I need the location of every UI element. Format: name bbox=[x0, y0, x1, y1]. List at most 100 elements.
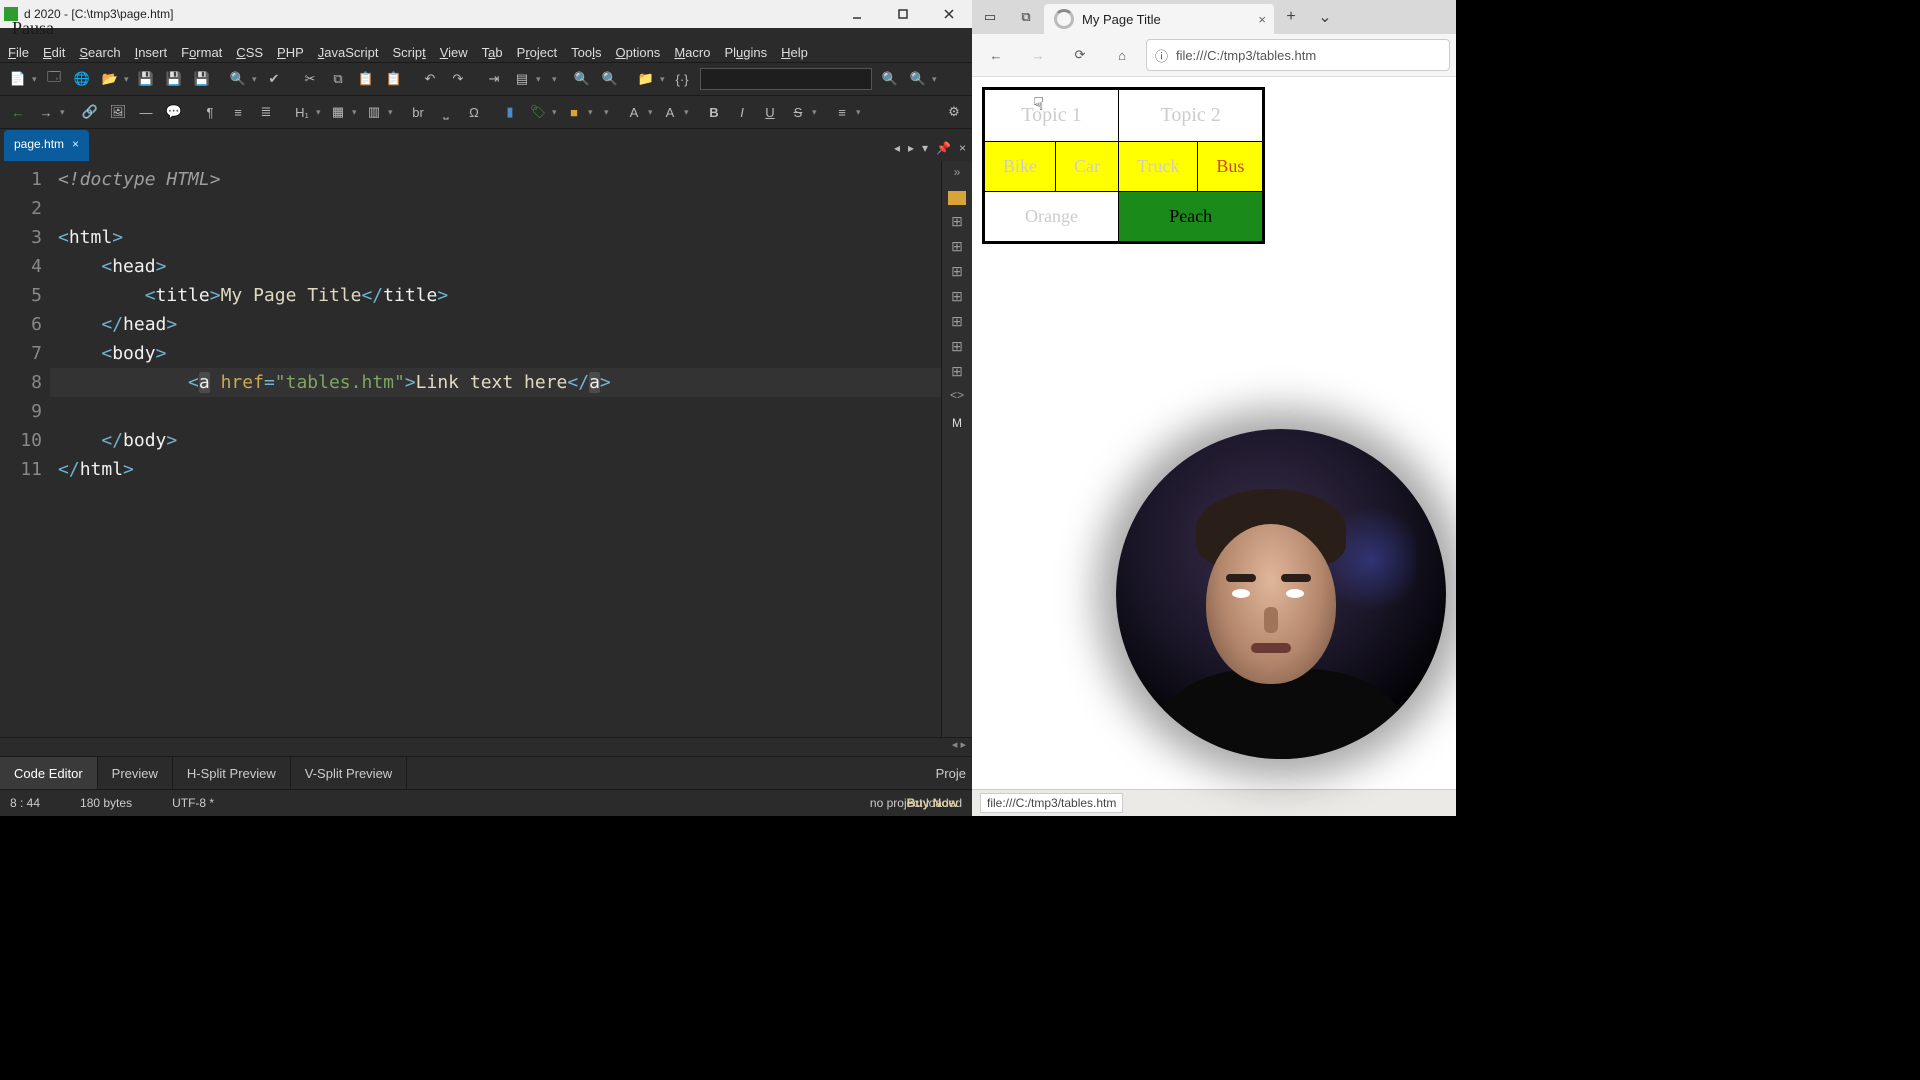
spellcheck-icon[interactable]: ✔ bbox=[261, 66, 287, 92]
cut-icon[interactable]: ✂ bbox=[297, 66, 323, 92]
nbsp-icon[interactable]: ⎵ bbox=[433, 99, 459, 125]
pin-icon[interactable]: 📌 bbox=[936, 141, 951, 155]
menu-edit[interactable]: Edit bbox=[43, 43, 65, 62]
font-dec-icon[interactable]: A bbox=[657, 99, 683, 125]
menu-project[interactable]: Project bbox=[517, 43, 557, 62]
underline-icon[interactable]: U bbox=[757, 99, 783, 125]
tab-preview[interactable]: Preview bbox=[98, 757, 173, 789]
hscroll-area[interactable]: ◂ ▸ bbox=[0, 737, 972, 756]
forward-button[interactable]: → bbox=[1020, 37, 1056, 73]
url-bar[interactable]: ⓘ file:///C:/tmp3/tables.htm bbox=[1146, 39, 1450, 71]
browser-tab[interactable]: My Page Title × bbox=[1044, 4, 1274, 34]
list-ul-icon[interactable]: ≣ bbox=[253, 99, 279, 125]
save-all-icon[interactable]: 💾 bbox=[161, 66, 187, 92]
gear-icon[interactable]: ⚙ bbox=[941, 99, 967, 125]
menu-insert[interactable]: Insert bbox=[135, 43, 168, 62]
tab-code-editor[interactable]: Code Editor bbox=[0, 757, 98, 789]
menu-macro[interactable]: Macro bbox=[674, 43, 710, 62]
find-next-icon[interactable]: 🔍 bbox=[877, 66, 903, 92]
indent-icon[interactable]: ⇥ bbox=[481, 66, 507, 92]
file-tab-page[interactable]: page.htm × bbox=[4, 130, 89, 161]
expand-icon[interactable]: ⊞ bbox=[951, 238, 963, 255]
menu-tab[interactable]: Tab bbox=[482, 43, 503, 62]
image-icon[interactable]: 🖼 bbox=[105, 99, 131, 125]
menu-search[interactable]: Search bbox=[79, 43, 120, 62]
br-icon[interactable]: br bbox=[405, 99, 431, 125]
tabs-menu-icon[interactable]: ⌄ bbox=[1308, 7, 1342, 27]
copy-icon[interactable]: ⧉ bbox=[325, 66, 351, 92]
menu-options[interactable]: Options bbox=[615, 43, 660, 62]
expand-icon[interactable]: ⊞ bbox=[951, 338, 963, 355]
home-button[interactable]: ⌂ bbox=[1104, 37, 1140, 73]
info-icon[interactable]: ⓘ bbox=[1155, 46, 1168, 65]
expand-icon[interactable]: ⊞ bbox=[951, 313, 963, 330]
menu-script[interactable]: Script bbox=[392, 43, 425, 62]
search-box[interactable] bbox=[700, 68, 872, 90]
tab-list-icon[interactable]: ▾ bbox=[922, 141, 928, 155]
window-split-icon[interactable]: ▤ bbox=[509, 66, 535, 92]
minimize-button[interactable] bbox=[834, 0, 880, 28]
heading-icon[interactable]: H₁ bbox=[289, 99, 315, 125]
back-button[interactable]: ← bbox=[978, 37, 1014, 73]
format-icon[interactable]: ▮ bbox=[497, 99, 523, 125]
new-window-icon[interactable]: 🗔 bbox=[41, 66, 67, 92]
paragraph-icon[interactable]: ¶ bbox=[197, 99, 223, 125]
clipboard-icon[interactable]: 📋 bbox=[381, 66, 407, 92]
expand-icon[interactable]: ⊞ bbox=[951, 288, 963, 305]
code-text[interactable]: <!doctype HTML> <html> <head> <title>My … bbox=[50, 161, 941, 737]
find-replace-icon[interactable]: 🔍 bbox=[597, 66, 623, 92]
tab-overview-icon[interactable]: ⧉ bbox=[1008, 0, 1044, 34]
expand-icon[interactable]: ⊞ bbox=[951, 213, 963, 230]
open-folder-icon[interactable]: 📂 bbox=[97, 66, 123, 92]
folder-open-icon[interactable]: 📁 bbox=[633, 66, 659, 92]
form-icon[interactable]: ▥ bbox=[361, 99, 387, 125]
scroll-right-icon[interactable]: ▸ bbox=[960, 738, 966, 756]
close-tab-icon[interactable]: × bbox=[72, 137, 79, 151]
table-icon[interactable]: ▦ bbox=[325, 99, 351, 125]
expand-icon[interactable]: ⊞ bbox=[951, 263, 963, 280]
highlight-icon[interactable]: ■ bbox=[561, 99, 587, 125]
close-tab-icon[interactable]: × bbox=[1258, 12, 1266, 27]
back-icon[interactable]: ← bbox=[5, 99, 31, 125]
tag-icon[interactable]: 🏷 bbox=[525, 99, 551, 125]
bracket-icon[interactable]: {·} bbox=[669, 66, 695, 92]
new-tab-button[interactable]: + bbox=[1274, 8, 1308, 26]
find-prev-icon[interactable]: 🔍 bbox=[905, 66, 931, 92]
save-icon[interactable]: 💾 bbox=[133, 66, 159, 92]
maximize-button[interactable] bbox=[880, 0, 926, 28]
scroll-left-icon[interactable]: ◂ bbox=[952, 738, 958, 756]
undo-icon[interactable]: ↶ bbox=[417, 66, 443, 92]
menu-css[interactable]: CSS bbox=[236, 43, 263, 62]
new-file-icon[interactable]: 📄 bbox=[5, 66, 31, 92]
menu-file[interactable]: File bbox=[8, 43, 29, 62]
menu-help[interactable]: Help bbox=[781, 43, 808, 62]
close-all-icon[interactable]: × bbox=[959, 141, 966, 155]
redo-icon[interactable]: ↷ bbox=[445, 66, 471, 92]
tab-vsplit[interactable]: V-Split Preview bbox=[291, 757, 407, 789]
tab-next-icon[interactable]: ▸ bbox=[908, 141, 914, 155]
tab-actions-icon[interactable]: ▭ bbox=[972, 0, 1008, 34]
close-button[interactable] bbox=[926, 0, 972, 28]
tab-hsplit[interactable]: H-Split Preview bbox=[173, 757, 291, 789]
list-ol-icon[interactable]: ≡ bbox=[225, 99, 251, 125]
sidebar-more-icon[interactable]: » bbox=[954, 165, 961, 179]
menu-view[interactable]: View bbox=[440, 43, 468, 62]
menu-javascript[interactable]: JavaScript bbox=[318, 43, 379, 62]
italic-icon[interactable]: I bbox=[729, 99, 755, 125]
reload-button[interactable]: ⟳ bbox=[1062, 37, 1098, 73]
code-icon[interactable]: <> bbox=[950, 388, 964, 402]
editor-titlebar[interactable]: d 2020 - [C:\tmp3\page.htm] Pausa bbox=[0, 0, 972, 28]
align-icon[interactable]: ≡ bbox=[829, 99, 855, 125]
menu-tools[interactable]: Tools bbox=[571, 43, 601, 62]
menu-plugins[interactable]: Plugins bbox=[724, 43, 767, 62]
menu-format[interactable]: Format bbox=[181, 43, 222, 62]
bold-icon[interactable]: B bbox=[701, 99, 727, 125]
expand-icon[interactable]: ⊞ bbox=[951, 363, 963, 380]
menu-bar[interactable]: File Edit Search Insert Format CSS PHP J… bbox=[0, 28, 972, 63]
font-inc-icon[interactable]: A bbox=[621, 99, 647, 125]
strike-icon[interactable]: S bbox=[785, 99, 811, 125]
browser-icon[interactable]: 🌐 bbox=[69, 66, 95, 92]
save-as-icon[interactable]: 💾 bbox=[189, 66, 215, 92]
comment-icon[interactable]: 💬 bbox=[161, 99, 187, 125]
link-icon[interactable]: 🔗 bbox=[77, 99, 103, 125]
